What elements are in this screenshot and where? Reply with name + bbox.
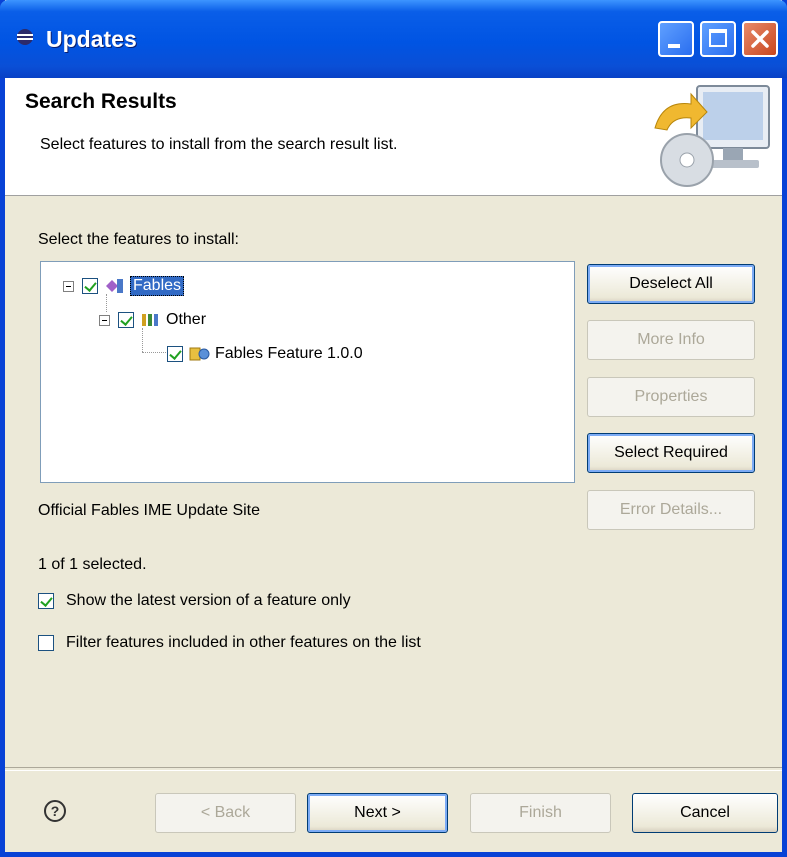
tree-checkbox[interactable] — [167, 346, 183, 362]
minimize-button[interactable] — [658, 21, 694, 57]
close-button[interactable] — [742, 21, 778, 57]
install-wizard-icon — [654, 85, 770, 187]
collapse-toggle[interactable] — [99, 314, 110, 326]
error-details-button[interactable]: Error Details... — [587, 490, 755, 530]
minimize-icon — [668, 44, 680, 48]
tree-node-other[interactable]: Other — [99, 308, 206, 332]
site-icon — [106, 279, 123, 293]
tree-node-fables-feature[interactable]: Fables Feature 1.0.0 — [167, 342, 363, 366]
more-info-button[interactable]: More Info — [587, 320, 755, 360]
filter-included-label: Filter features included in other featur… — [66, 634, 421, 651]
deselect-all-button[interactable]: Deselect All — [587, 264, 755, 304]
properties-button[interactable]: Properties — [587, 377, 755, 417]
selection-count: 1 of 1 selected. — [38, 556, 147, 573]
maximize-icon — [709, 29, 727, 47]
title-bar[interactable]: Updates — [0, 0, 787, 78]
help-icon[interactable]: ? — [44, 800, 66, 822]
category-icon — [142, 314, 158, 326]
tree-node-label: Fables — [130, 276, 185, 296]
tree-node-label: Other — [166, 311, 207, 328]
features-label: Select the features to install: — [38, 231, 239, 248]
select-required-button[interactable]: Select Required — [587, 433, 755, 473]
filter-included-option[interactable]: Filter features included in other featur… — [38, 634, 421, 652]
site-label: Official Fables IME Update Site — [38, 502, 261, 519]
tree-node-fables[interactable]: Fables — [63, 274, 185, 298]
window-title: Updates — [46, 26, 137, 52]
cancel-button[interactable]: Cancel — [632, 793, 778, 833]
updates-dialog: Updates Search Results Select features t… — [0, 0, 787, 857]
page-title: Search Results — [25, 90, 177, 113]
collapse-toggle[interactable] — [63, 280, 74, 292]
feature-plugin-icon — [189, 347, 210, 361]
tree-node-label: Fables Feature 1.0.0 — [215, 345, 363, 362]
footer-divider — [5, 767, 782, 771]
eclipse-icon — [17, 29, 33, 45]
next-button[interactable]: Next > — [307, 793, 448, 833]
latest-version-checkbox[interactable] — [38, 593, 54, 609]
filter-included-checkbox[interactable] — [38, 635, 54, 651]
latest-version-label: Show the latest version of a feature onl… — [66, 592, 351, 609]
back-button[interactable]: < Back — [155, 793, 296, 833]
finish-button[interactable]: Finish — [470, 793, 611, 833]
header-banner: Search Results Select features to instal… — [5, 78, 782, 196]
close-icon — [751, 30, 769, 48]
features-tree[interactable]: Fables Other Fables Feature 1.0.0 — [40, 261, 575, 483]
maximize-button[interactable] — [700, 21, 736, 57]
page-description: Select features to install from the sear… — [40, 136, 398, 153]
latest-version-option[interactable]: Show the latest version of a feature onl… — [38, 592, 351, 610]
tree-checkbox[interactable] — [82, 278, 98, 294]
tree-checkbox[interactable] — [118, 312, 134, 328]
tree-line — [142, 352, 168, 354]
